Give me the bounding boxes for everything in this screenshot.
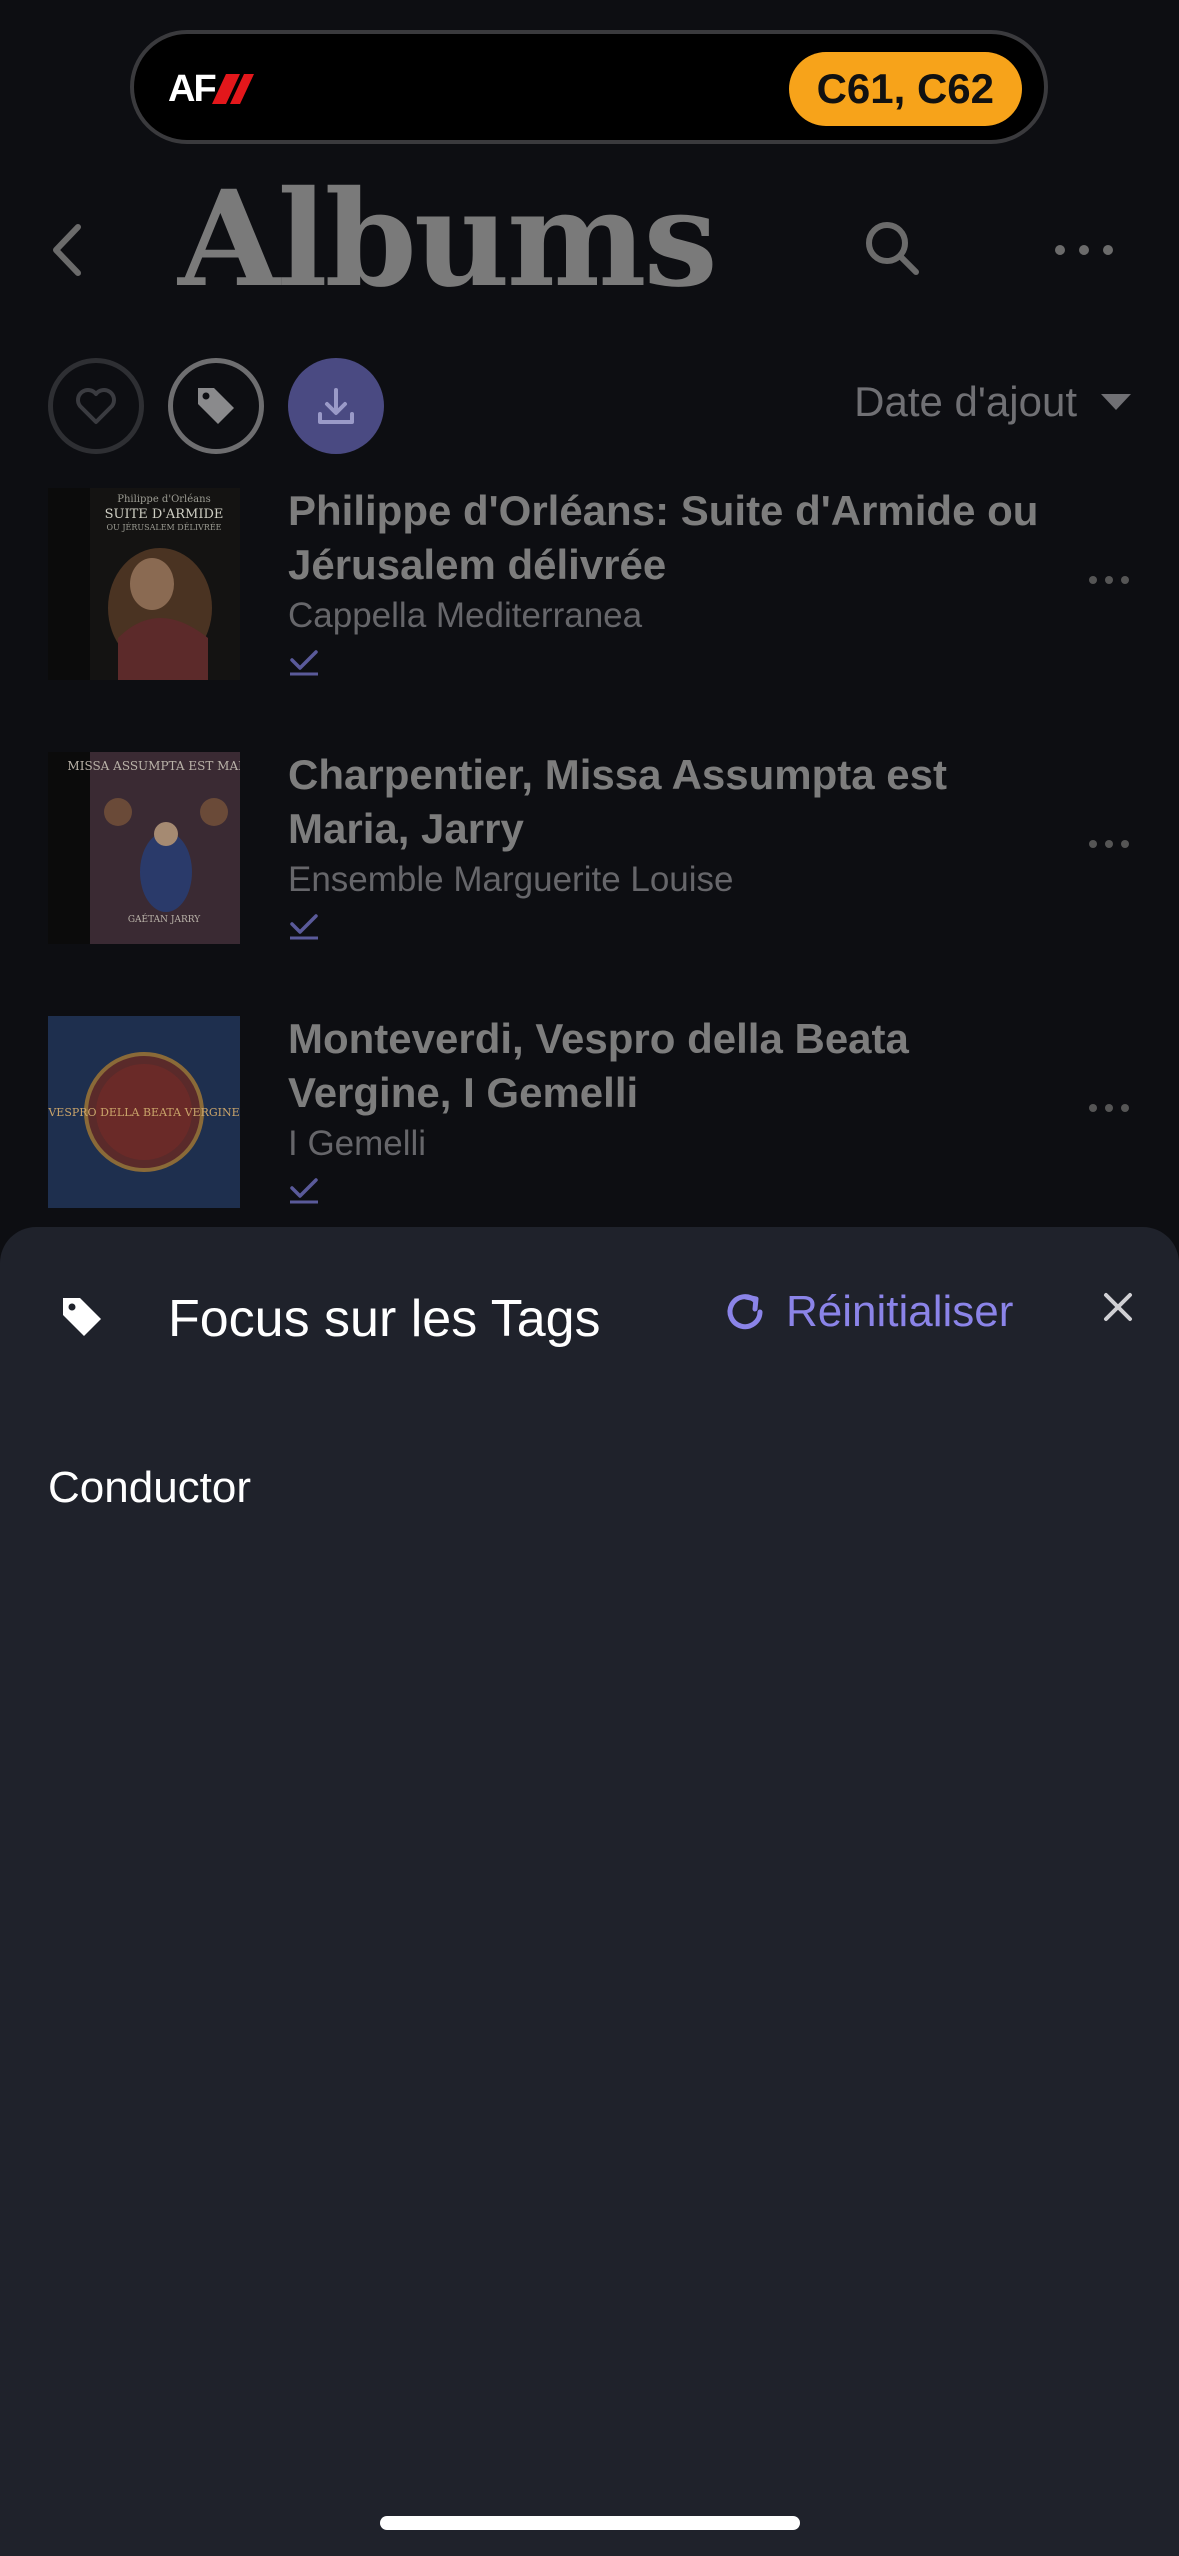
tag-section-label: Conductor: [48, 1463, 252, 1512]
cover-text-sub: GAÉTAN JARRY: [128, 913, 201, 925]
caret-down-icon: [1101, 394, 1131, 410]
album-artist: Ensemble Marguerite Louise: [288, 860, 734, 899]
search-icon[interactable]: [862, 218, 922, 278]
reset-label: Réinitialiser: [786, 1287, 1014, 1336]
album-artist: Cappella Mediterranea: [288, 596, 643, 635]
cover-text-main: SUITE D'ARMIDE: [105, 507, 224, 522]
ellipsis-icon[interactable]: [1052, 238, 1116, 262]
sheet-title: Focus sur les Tags: [168, 1290, 601, 1348]
album-row[interactable]: Philippe d'Orléans SUITE D'ARMIDE OU JÉR…: [48, 487, 1131, 680]
chevron-left-icon[interactable]: [42, 215, 92, 285]
tags-focus-sheet: Focus sur les Tags Réinitialiser Conduct…: [0, 1227, 1179, 2556]
downloaded-check-icon: [290, 650, 318, 676]
album-row[interactable]: MISSA ASSUMPTA EST MARIA GAÉTAN JARRY Ch…: [48, 751, 1131, 944]
album-cover: VESPRO DELLA BEATA VERGINE: [48, 1016, 240, 1208]
album-more-icon[interactable]: [1087, 1100, 1131, 1116]
tags-filter-button[interactable]: [168, 358, 264, 454]
album-cover: MISSA ASSUMPTA EST MARIA GAÉTAN JARRY: [48, 752, 240, 944]
refresh-icon: [727, 1294, 763, 1330]
album-title: Charpentier, Missa Assumpta est Maria, J…: [288, 751, 947, 852]
album-artist: I Gemelli: [288, 1124, 427, 1163]
downloaded-filter-button[interactable]: [288, 358, 384, 454]
album-title: Philippe d'Orléans: Suite d'Armide ou Jé…: [288, 487, 1039, 588]
downloaded-check-icon: [290, 914, 318, 940]
downloaded-check-icon: [290, 1178, 318, 1204]
download-icon: [318, 388, 354, 424]
cover-text-sub: OU JÉRUSALEM DÉLIVRÉE: [106, 523, 221, 532]
home-indicator[interactable]: [380, 2516, 800, 2530]
cover-text-top: Philippe d'Orléans: [117, 494, 210, 505]
page-title: Albums: [178, 162, 718, 317]
reset-button[interactable]: Réinitialiser: [722, 1287, 1013, 1337]
album-more-icon[interactable]: [1087, 572, 1131, 588]
album-cover: Philippe d'Orléans SUITE D'ARMIDE OU JÉR…: [48, 488, 240, 680]
album-title: Monteverdi, Vespro della Beata Vergine, …: [288, 1015, 909, 1116]
heart-icon: [76, 388, 116, 424]
tag-icon: [63, 1298, 101, 1336]
favorites-filter-button[interactable]: [48, 358, 144, 454]
albums-page: Albums Date d'ajout Philippe d'Orléans S…: [0, 0, 1179, 1230]
sort-dropdown[interactable]: Date d'ajout: [854, 378, 1131, 426]
cover-text-main: VESPRO DELLA BEATA VERGINE: [48, 1106, 240, 1119]
sort-label: Date d'ajout: [854, 378, 1077, 425]
cover-text-main: MISSA ASSUMPTA EST MARIA: [67, 759, 240, 773]
album-row[interactable]: VESPRO DELLA BEATA VERGINE Monteverdi, V…: [48, 1015, 1131, 1208]
tag-icon: [198, 388, 234, 424]
album-more-icon[interactable]: [1087, 836, 1131, 852]
close-icon[interactable]: [1100, 1289, 1136, 1325]
